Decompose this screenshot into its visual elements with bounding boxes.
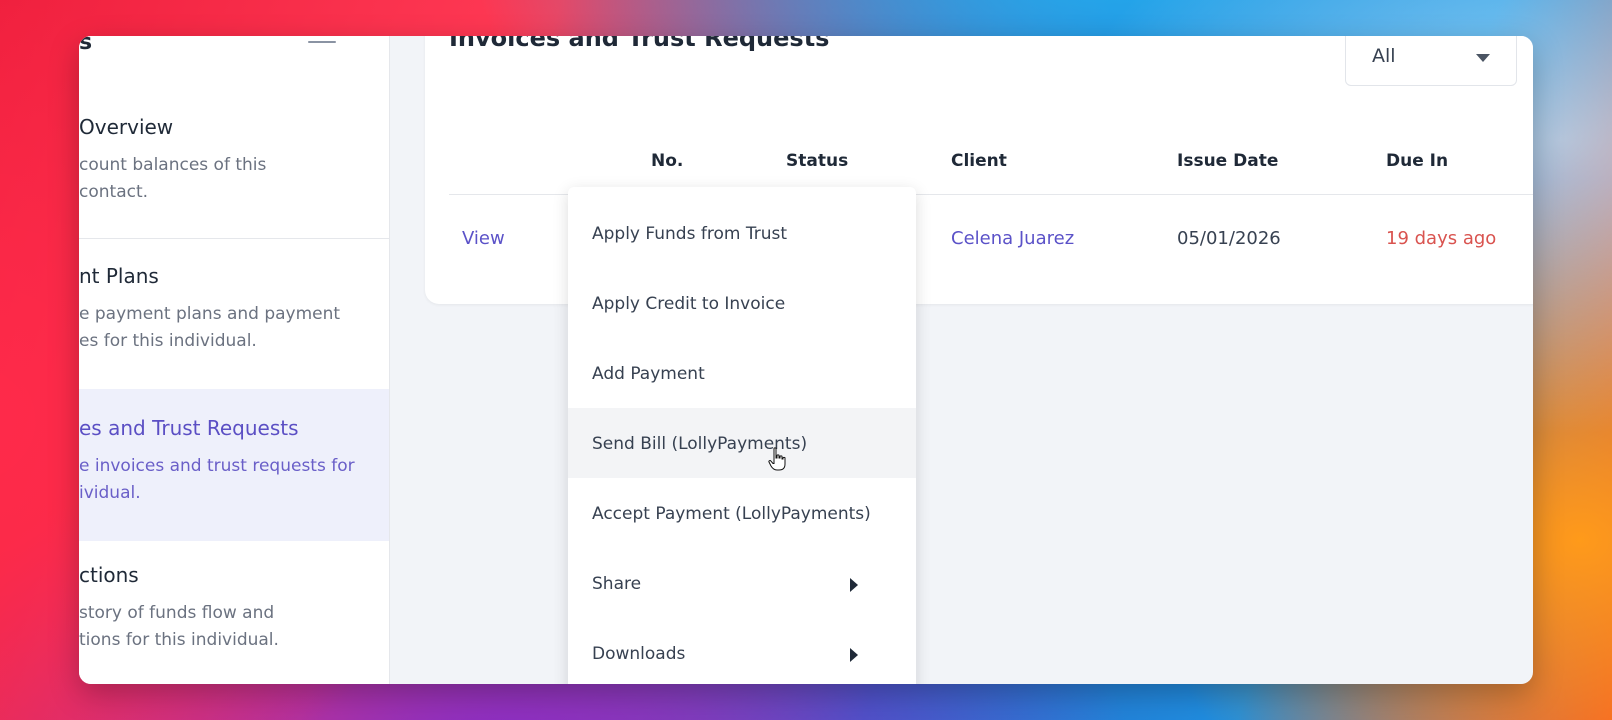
sidebar-item-title: es and Trust Requests bbox=[79, 416, 299, 440]
issue-date: 05/01/2026 bbox=[1177, 228, 1281, 249]
menu-item-label: Add Payment bbox=[592, 364, 705, 384]
hamburger-icon[interactable] bbox=[308, 36, 336, 52]
menu-item-apply-credit[interactable]: Apply Credit to Invoice bbox=[568, 268, 916, 338]
column-header-no[interactable]: No. bbox=[651, 151, 683, 171]
menu-item-send-bill[interactable]: Send Bill (LollyPayments) bbox=[568, 408, 916, 478]
chevron-right-icon bbox=[850, 648, 858, 662]
app-window: s Overview count balances of this contac… bbox=[79, 36, 1533, 684]
status-filter-select[interactable]: All bbox=[1345, 36, 1517, 86]
sidebar-item-invoices[interactable]: es and Trust Requests e invoices and tru… bbox=[79, 389, 389, 541]
menu-item-downloads[interactable]: Downloads bbox=[568, 618, 916, 684]
sidebar-item-desc: es for this individual. bbox=[79, 331, 257, 351]
sidebar-item-desc: tions for this individual. bbox=[79, 630, 279, 650]
chevron-down-icon bbox=[1476, 54, 1490, 62]
sidebar-item-desc: count balances of this bbox=[79, 155, 267, 175]
column-header-client[interactable]: Client bbox=[951, 151, 1007, 171]
sidebar-item-payment-plans[interactable]: nt Plans e payment plans and payment es … bbox=[79, 252, 389, 404]
hand-pointer-icon bbox=[768, 447, 786, 471]
due-in-status: 19 days ago bbox=[1386, 228, 1497, 249]
sidebar: s Overview count balances of this contac… bbox=[79, 36, 390, 684]
sidebar-item-desc: story of funds flow and bbox=[79, 603, 275, 623]
menu-item-apply-funds[interactable]: Apply Funds from Trust bbox=[568, 198, 916, 268]
sidebar-item-desc: contact. bbox=[79, 182, 149, 202]
column-header-status[interactable]: Status bbox=[786, 151, 848, 171]
invoice-actions-menu: Apply Funds from Trust Apply Credit to I… bbox=[568, 187, 916, 684]
page-title: Invoices and Trust Requests bbox=[449, 36, 830, 52]
menu-item-add-payment[interactable]: Add Payment bbox=[568, 338, 916, 408]
menu-item-label: Downloads bbox=[592, 644, 686, 664]
sidebar-item-title: ctions bbox=[79, 563, 139, 587]
sidebar-item-desc: e invoices and trust requests for bbox=[79, 456, 355, 476]
sidebar-item-overview[interactable]: Overview count balances of this contact. bbox=[79, 103, 389, 255]
sidebar-item-transactions[interactable]: ctions story of funds flow and tions for… bbox=[79, 551, 389, 684]
chevron-right-icon bbox=[850, 578, 858, 592]
sidebar-item-desc: ividual. bbox=[79, 483, 141, 503]
menu-item-label: Share bbox=[592, 574, 642, 594]
app-brand: s bbox=[79, 36, 93, 55]
menu-item-label: Apply Funds from Trust bbox=[592, 224, 787, 244]
sidebar-divider bbox=[79, 238, 389, 239]
menu-item-label: Accept Payment (LollyPayments) bbox=[592, 504, 871, 524]
filter-value: All bbox=[1372, 45, 1396, 67]
sidebar-item-title: Overview bbox=[79, 115, 174, 139]
client-link[interactable]: Celena Juarez bbox=[951, 228, 1074, 249]
column-header-issue-date[interactable]: Issue Date bbox=[1177, 151, 1278, 171]
sidebar-item-desc: e payment plans and payment bbox=[79, 304, 341, 324]
sidebar-item-title: nt Plans bbox=[79, 264, 159, 288]
view-link[interactable]: View bbox=[462, 228, 505, 249]
column-header-due-in[interactable]: Due In bbox=[1386, 151, 1448, 171]
menu-item-accept-payment[interactable]: Accept Payment (LollyPayments) bbox=[568, 478, 916, 548]
menu-item-share[interactable]: Share bbox=[568, 548, 916, 618]
menu-item-label: Apply Credit to Invoice bbox=[592, 294, 786, 314]
